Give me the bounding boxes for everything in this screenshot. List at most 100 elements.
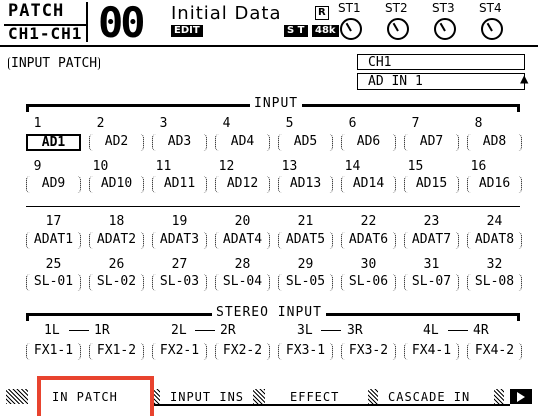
tab-input-ins[interactable]: INPUT INS xyxy=(170,389,244,405)
next-page-arrow-icon[interactable] xyxy=(510,389,532,404)
pair-dash xyxy=(321,330,341,331)
patch-button-ad1[interactable]: AD1 xyxy=(26,134,81,151)
tab-highlight-box xyxy=(37,376,154,416)
stereo-right-label: 1R xyxy=(94,323,110,338)
input-number: 5 xyxy=(285,116,294,131)
channel-range: CH1-CH1 xyxy=(4,24,87,42)
patch-button[interactable]: ADAT5 xyxy=(278,232,333,249)
edit-badge: EDIT xyxy=(171,25,203,37)
patch-button[interactable]: FX1-1 xyxy=(26,343,81,360)
st2-label: ST2 xyxy=(385,1,408,15)
input-number: 7 xyxy=(411,116,420,131)
stereo-left-label: 2L xyxy=(171,323,187,338)
tab-cascade-in[interactable]: CASCADE IN xyxy=(388,389,470,405)
input-number: 29 xyxy=(297,257,314,272)
st4-knob-icon[interactable] xyxy=(481,18,503,40)
header-rule xyxy=(0,45,538,47)
input-number: 8 xyxy=(474,116,483,131)
patch-button[interactable]: SL-03 xyxy=(152,274,207,291)
patch-button[interactable]: ADAT2 xyxy=(89,232,144,249)
patch-button[interactable]: ADAT3 xyxy=(152,232,207,249)
patch-button[interactable]: SL-02 xyxy=(89,274,144,291)
patch-button[interactable]: SL-08 xyxy=(467,274,522,291)
patch-button[interactable]: AD10 xyxy=(89,176,144,193)
input-number: 11 xyxy=(155,159,172,174)
input-number: 12 xyxy=(218,159,235,174)
input-number: 19 xyxy=(171,214,188,229)
stereo-right-label: 4R xyxy=(473,323,489,338)
patch-button[interactable]: ADAT6 xyxy=(341,232,396,249)
patch-button[interactable]: FX4-1 xyxy=(404,343,459,360)
patch-button[interactable]: SL-04 xyxy=(215,274,270,291)
input-number: 17 xyxy=(45,214,62,229)
stereo-left-label: 1L xyxy=(44,323,60,338)
pair-dash xyxy=(195,330,215,331)
cursor-arrow-icon: ▲ xyxy=(520,71,529,87)
patch-button[interactable]: FX3-2 xyxy=(341,343,396,360)
page-label: INPUT PATCH xyxy=(8,57,101,70)
sample-rate-badge: 48k xyxy=(312,25,339,37)
input-number: 10 xyxy=(92,159,109,174)
patch-button[interactable]: AD11 xyxy=(152,176,207,193)
pair-dash xyxy=(448,330,468,331)
input-number: 18 xyxy=(108,214,125,229)
tab-hatch xyxy=(368,389,378,404)
input-number: 30 xyxy=(360,257,377,272)
input-number: 20 xyxy=(234,214,251,229)
st4-label: ST4 xyxy=(479,1,502,15)
scene-number: 00 xyxy=(98,0,146,47)
patch-button[interactable]: FX1-2 xyxy=(89,343,144,360)
channel-name-field: CH1 xyxy=(357,54,525,70)
st2-knob-icon[interactable] xyxy=(387,18,409,40)
patch-button[interactable]: ADAT8 xyxy=(467,232,522,249)
patch-button[interactable]: AD6 xyxy=(341,134,396,151)
tab-hatch xyxy=(6,389,28,404)
input-number: 3 xyxy=(159,116,168,131)
patch-button[interactable]: FX2-2 xyxy=(215,343,270,360)
stereo-section-label: STEREO INPUT xyxy=(212,306,326,319)
input-number: 26 xyxy=(108,257,125,272)
patch-button[interactable]: AD15 xyxy=(404,176,459,193)
input-number: 1 xyxy=(33,116,42,131)
section-divider xyxy=(26,206,520,207)
input-number: 31 xyxy=(423,257,440,272)
input-number: 4 xyxy=(222,116,231,131)
st3-knob-icon[interactable] xyxy=(434,18,456,40)
patch-button[interactable]: ADAT4 xyxy=(215,232,270,249)
tab-effect[interactable]: EFFECT xyxy=(290,389,339,405)
patch-button[interactable]: AD8 xyxy=(467,134,522,151)
tab-underline xyxy=(150,404,510,406)
patch-button[interactable]: ADAT1 xyxy=(26,232,81,249)
patch-screen: PATCH CH1-CH1 00 Initial Data EDIT R S T… xyxy=(0,0,538,416)
patch-button[interactable]: AD7 xyxy=(404,134,459,151)
st3-label: ST3 xyxy=(432,1,455,15)
patch-button[interactable]: FX3-1 xyxy=(278,343,333,360)
st1-label: ST1 xyxy=(338,1,361,15)
st1-knob-icon[interactable] xyxy=(340,18,362,40)
header-divider xyxy=(86,2,88,42)
patch-button[interactable]: AD9 xyxy=(26,176,81,193)
patch-button[interactable]: AD12 xyxy=(215,176,270,193)
patch-button[interactable]: SL-06 xyxy=(341,274,396,291)
patch-button[interactable]: SL-01 xyxy=(26,274,81,291)
stereo-right-label: 2R xyxy=(220,323,236,338)
r-badge: R xyxy=(315,6,329,20)
input-number: 15 xyxy=(407,159,424,174)
patch-button[interactable]: AD13 xyxy=(278,176,333,193)
patch-button[interactable]: AD4 xyxy=(215,134,270,151)
patch-button[interactable]: SL-05 xyxy=(278,274,333,291)
patch-button[interactable]: SL-07 xyxy=(404,274,459,291)
source-name-field: AD IN 1 xyxy=(357,73,525,90)
patch-button[interactable]: AD16 xyxy=(467,176,522,193)
patch-button[interactable]: AD3 xyxy=(152,134,207,151)
patch-button[interactable]: FX2-1 xyxy=(152,343,207,360)
input-section-label: INPUT xyxy=(250,97,303,110)
patch-button[interactable]: AD14 xyxy=(341,176,396,193)
patch-button[interactable]: AD2 xyxy=(89,134,144,151)
stereo-badge: S T xyxy=(284,25,308,37)
tab-hatch xyxy=(494,389,504,404)
stereo-left-label: 3L xyxy=(297,323,313,338)
patch-button[interactable]: AD5 xyxy=(278,134,333,151)
patch-button[interactable]: ADAT7 xyxy=(404,232,459,249)
patch-button[interactable]: FX4-2 xyxy=(467,343,522,360)
